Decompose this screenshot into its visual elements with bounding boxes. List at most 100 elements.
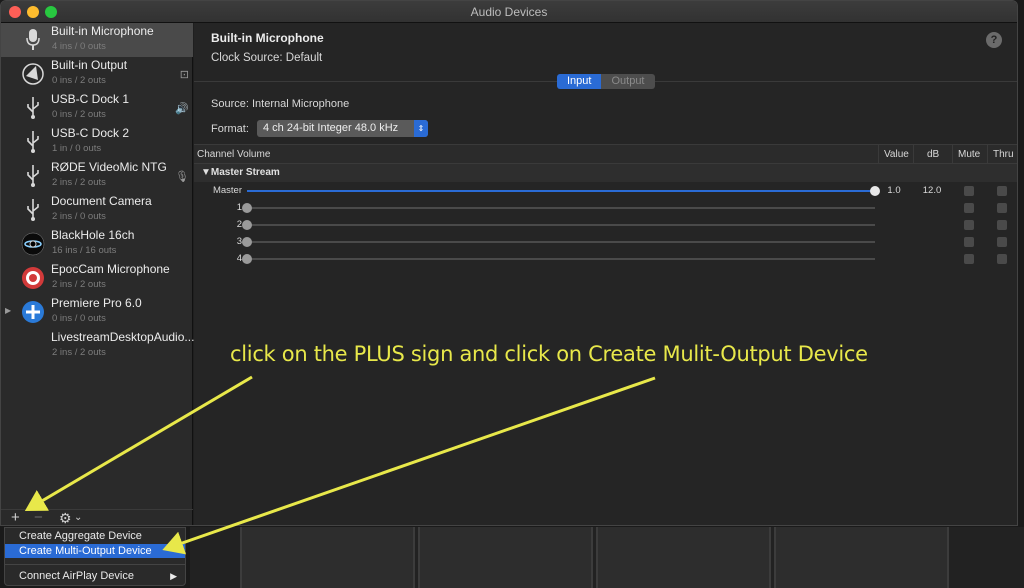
device-item[interactable]: Document Camera 2 ins / 0 outs [1, 193, 193, 227]
volume-slider[interactable] [242, 254, 875, 264]
close-button[interactable] [9, 6, 21, 18]
slider-knob[interactable] [870, 186, 880, 196]
channel-label: Master [212, 185, 242, 196]
source-label: Source: Internal Microphone [211, 98, 350, 110]
device-io: 16 ins / 16 outs [52, 245, 117, 256]
menu-item-create-multi-output[interactable]: Create Multi-Output Device [5, 544, 185, 558]
format-label: Format: [211, 123, 249, 135]
divider [952, 145, 953, 165]
gear-icon[interactable]: ⚙ [59, 510, 72, 525]
slider-knob[interactable] [242, 237, 252, 247]
device-io: 1 in / 0 outs [52, 143, 102, 154]
format-value: 4 ch 24-bit Integer 48.0 kHz [263, 122, 399, 134]
chevron-updown-icon: ⇕ [414, 120, 428, 137]
add-device-button[interactable]: + [11, 510, 20, 526]
header-thru: Thru [993, 149, 1014, 160]
divider [913, 145, 914, 165]
divider [987, 145, 988, 165]
device-item[interactable]: ▶ Premiere Pro 6.0 0 ins / 0 outs [1, 295, 193, 329]
device-item[interactable]: LivestreamDesktopAudio... 2 ins / 2 outs [1, 329, 195, 363]
usb-icon [21, 129, 45, 155]
thru-checkbox[interactable] [997, 254, 1007, 264]
mute-checkbox[interactable] [964, 220, 974, 230]
device-name: EpocCam Microphone [51, 262, 170, 276]
device-item[interactable]: BlackHole 16ch 16 ins / 16 outs [1, 227, 193, 261]
submenu-arrow-icon: ▶ [170, 571, 177, 581]
device-io: 0 ins / 0 outs [52, 313, 106, 324]
chevron-down-icon[interactable]: ⌄ [74, 510, 82, 525]
header-channel-volume: Channel Volume [197, 149, 271, 160]
mute-checkbox[interactable] [964, 237, 974, 247]
device-name: RØDE VideoMic NTG [51, 160, 167, 174]
remove-device-button[interactable]: − [34, 510, 43, 526]
device-io: 4 ins / 0 outs [52, 41, 106, 52]
thru-checkbox[interactable] [997, 203, 1007, 213]
usb-icon [21, 197, 45, 223]
device-name: LivestreamDesktopAudio... [51, 330, 195, 344]
title-bar: Audio Devices [1, 1, 1017, 23]
window-title: Audio Devices [470, 5, 548, 19]
menu-item-create-aggregate[interactable]: Create Aggregate Device [5, 529, 185, 543]
thru-checkbox[interactable] [997, 186, 1007, 196]
usb-icon [21, 163, 45, 189]
device-item[interactable]: USB-C Dock 1 0 ins / 2 outs 🔊 [1, 91, 193, 125]
channel-table-header: Channel Volume Value dB Mute Thru [194, 144, 1017, 165]
device-name: Built-in Output [51, 58, 128, 72]
tab-input[interactable]: Input [557, 74, 602, 89]
display-icon: ⊡ [179, 69, 189, 81]
channel-label: 3 [236, 236, 242, 247]
device-item[interactable]: USB-C Dock 2 1 in / 0 outs [1, 125, 193, 159]
volume-slider[interactable] [247, 186, 880, 196]
channel-label: 2 [236, 219, 242, 230]
channel-db: 12.0 [922, 185, 942, 196]
header-db: dB [927, 149, 940, 160]
master-stream-group[interactable]: ▼Master Stream [194, 164, 1017, 182]
group-label: ▼Master Stream [201, 167, 280, 178]
channel-row: 2 [194, 217, 1017, 234]
device-io: 2 ins / 2 outs [52, 347, 106, 358]
device-item[interactable]: Built-in Output 0 ins / 2 outs ⊡ [1, 57, 193, 91]
device-io: 2 ins / 2 outs [52, 177, 106, 188]
thru-checkbox[interactable] [997, 220, 1007, 230]
device-name: BlackHole 16ch [51, 228, 135, 242]
divider [878, 145, 879, 165]
device-detail-panel: Built-in Microphone Clock Source: Defaul… [194, 23, 1017, 525]
device-item[interactable]: Built-in Microphone 4 ins / 0 outs [1, 23, 193, 57]
disclosure-triangle-icon[interactable]: ▶ [5, 306, 11, 315]
minimize-button[interactable] [27, 6, 39, 18]
device-name: Built-in Microphone [51, 24, 154, 38]
thru-checkbox[interactable] [997, 237, 1007, 247]
channel-label: 1 [236, 202, 242, 213]
device-list: Built-in Microphone 4 ins / 0 outs Built… [1, 23, 195, 526]
microphone-badge-icon: 🎙 [175, 171, 189, 183]
channel-row: 3 [194, 234, 1017, 251]
volume-slider[interactable] [242, 237, 875, 247]
channel-row: 4 [194, 251, 1017, 268]
channel-value: 1.0 [887, 185, 901, 196]
blackhole-icon [21, 231, 45, 257]
slider-knob[interactable] [242, 220, 252, 230]
format-select[interactable]: 4 ch 24-bit Integer 48.0 kHz ⇕ [257, 120, 428, 137]
mute-checkbox[interactable] [964, 254, 974, 264]
slider-knob[interactable] [242, 203, 252, 213]
volume-icon: 🔊 [175, 103, 189, 115]
zoom-button[interactable] [45, 6, 57, 18]
device-name: USB-C Dock 1 [51, 92, 130, 106]
mute-checkbox[interactable] [964, 203, 974, 213]
menu-item-connect-airplay[interactable]: Connect AirPlay Device ▶ [5, 569, 185, 583]
volume-slider[interactable] [242, 203, 875, 213]
device-name: Document Camera [51, 194, 152, 208]
device-item[interactable]: RØDE VideoMic NTG 2 ins / 2 outs 🎙 [1, 159, 193, 193]
channel-row: 1 [194, 200, 1017, 217]
epoccam-icon [21, 265, 45, 291]
mute-checkbox[interactable] [964, 186, 974, 196]
help-button[interactable]: ? [986, 32, 1002, 48]
channel-row: Master 1.0 12.0 [194, 183, 1017, 200]
device-item[interactable]: EpocCam Microphone 2 ins / 2 outs [1, 261, 193, 295]
device-io: 0 ins / 2 outs [52, 75, 106, 86]
volume-slider[interactable] [242, 220, 875, 230]
sidebar-toolbar: + − ⚙ ⌄ [1, 509, 193, 526]
tab-output[interactable]: Output [601, 74, 655, 89]
audio-devices-window: Audio Devices Built-in Microphone 4 ins … [0, 0, 1018, 526]
slider-knob[interactable] [242, 254, 252, 264]
